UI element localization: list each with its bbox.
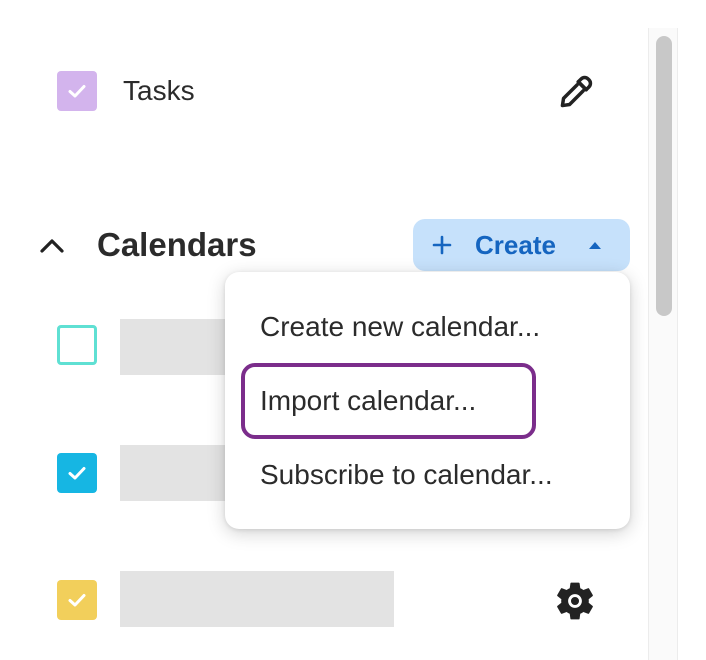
calendar-checkbox-3[interactable] <box>57 580 97 620</box>
calendars-section-title: Calendars <box>97 226 257 263</box>
calendar-name-placeholder-1 <box>120 319 230 375</box>
calendar-settings-button[interactable] <box>549 575 601 627</box>
tasks-checkbox[interactable] <box>57 71 97 111</box>
checkmark-icon <box>68 594 86 607</box>
create-button-label: Create <box>475 230 556 260</box>
calendars-collapse-button[interactable] <box>32 226 72 266</box>
create-calendar-button[interactable]: Create <box>413 219 630 271</box>
plus-icon <box>432 235 452 255</box>
chevron-up-icon <box>40 239 64 253</box>
caret-up-icon <box>589 242 601 249</box>
calendar-checkbox-1[interactable] <box>57 325 97 365</box>
menu-item-subscribe-to-calendar[interactable]: Subscribe to calendar... <box>260 455 553 495</box>
calendar-sidebar: Tasks Calendars Create Create new calend… <box>0 0 706 660</box>
menu-item-import-calendar[interactable]: Import calendar... <box>260 381 476 421</box>
tasks-label: Tasks <box>123 75 195 106</box>
checkmark-icon <box>68 85 86 98</box>
calendar-checkbox-2[interactable] <box>57 453 97 493</box>
menu-item-create-new-calendar[interactable]: Create new calendar... <box>260 307 540 347</box>
checkmark-icon <box>68 467 86 480</box>
calendar-name-placeholder-3 <box>120 571 394 627</box>
gear-icon <box>557 582 593 620</box>
scrollbar-thumb[interactable] <box>656 36 672 316</box>
tasks-color-button[interactable] <box>550 66 602 118</box>
eyedropper-icon <box>560 75 593 108</box>
calendar-name-placeholder-2 <box>120 445 230 501</box>
